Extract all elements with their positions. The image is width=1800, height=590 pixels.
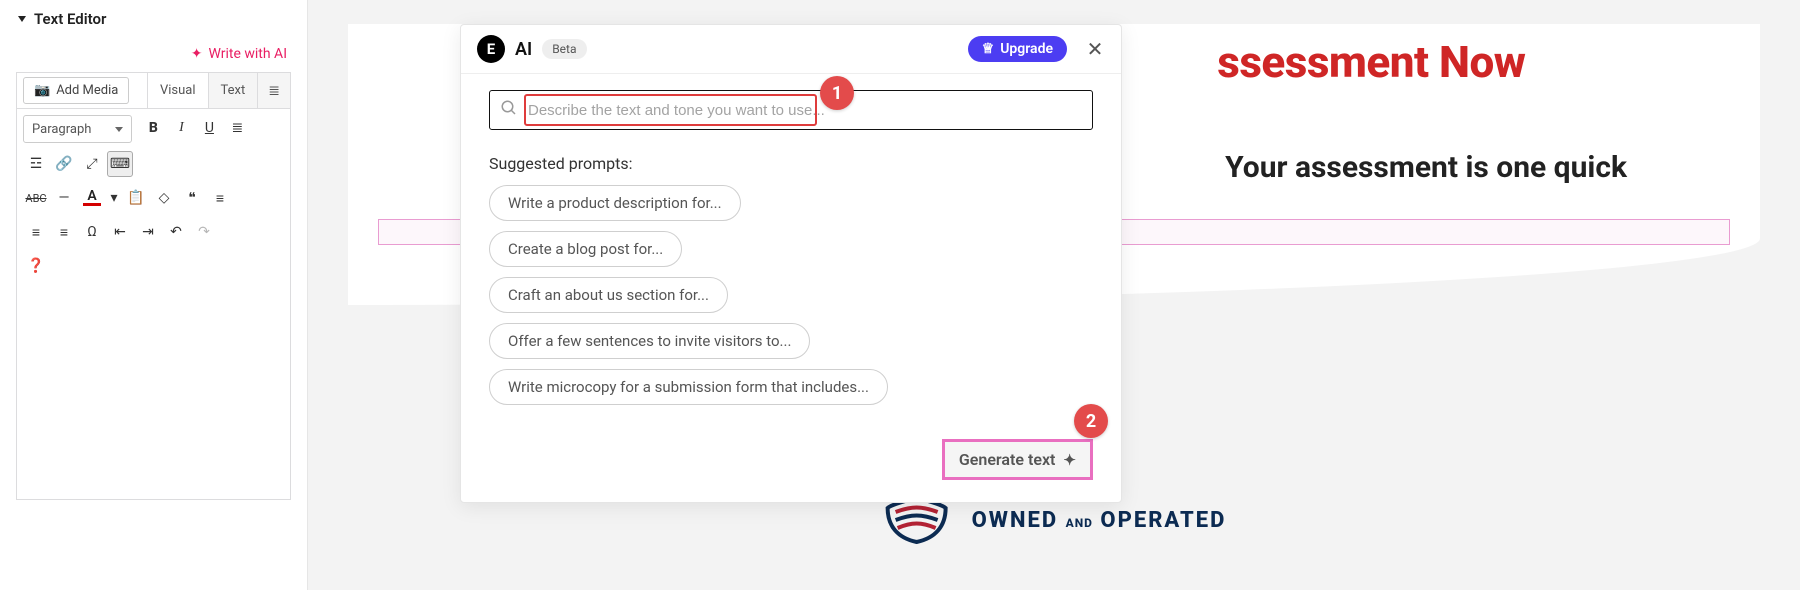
- upgrade-button[interactable]: ♕ Upgrade: [968, 36, 1067, 62]
- paragraph-dropdown[interactable]: Paragraph: [23, 115, 132, 143]
- close-icon: ✕: [1087, 37, 1104, 61]
- suggested-prompt-chip[interactable]: Write microcopy for a submission form th…: [489, 369, 888, 405]
- tab-text[interactable]: Text: [208, 73, 258, 108]
- clear-formatting-button[interactable]: ◇: [151, 185, 177, 211]
- ai-modal: E AI Beta ♕ Upgrade ✕ Suggested prompts:…: [460, 24, 1122, 503]
- panel-title: Text Editor: [34, 10, 106, 28]
- toolbar-toggle-button[interactable]: ⌨: [107, 151, 133, 177]
- step-badge-1: 1: [820, 76, 854, 110]
- tab-visual[interactable]: Visual: [147, 73, 208, 108]
- indent-button[interactable]: ⇥: [135, 219, 161, 245]
- paste-text-button[interactable]: 📋: [123, 185, 149, 211]
- bold-button[interactable]: B: [140, 115, 166, 141]
- suggested-prompt-chip[interactable]: Craft an about us section for...: [489, 277, 728, 313]
- bulleted-list-button[interactable]: ≣: [224, 115, 250, 141]
- horizontal-rule-button[interactable]: —: [51, 185, 77, 211]
- heading-right-fragment: ssessment Now: [1217, 36, 1525, 88]
- strikethrough-button[interactable]: ABC: [23, 185, 49, 211]
- suggested-prompts-label: Suggested prompts:: [489, 154, 1093, 173]
- camera-icon: 📷: [34, 83, 50, 98]
- write-with-ai-link[interactable]: ✦ Write with AI: [0, 38, 307, 68]
- text-color-icon: A: [87, 190, 96, 202]
- special-character-button[interactable]: Ω: [79, 219, 105, 245]
- ai-modal-body: Suggested prompts: Write a product descr…: [461, 74, 1121, 405]
- footer-owned-operated: OWNED AND OPERATED: [882, 496, 1227, 544]
- add-media-button[interactable]: 📷 Add Media: [23, 77, 129, 104]
- ai-modal-header: E AI Beta ♕ Upgrade ✕: [461, 25, 1121, 74]
- generate-row: Generate text ✦: [461, 405, 1121, 480]
- tab-more-icon[interactable]: ≣: [257, 73, 290, 108]
- sparkle-icon: ✦: [191, 46, 203, 62]
- outdent-button[interactable]: ⇤: [107, 219, 133, 245]
- suggested-prompt-chip[interactable]: Create a blog post for...: [489, 231, 682, 267]
- suggested-prompt-chip[interactable]: Write a product description for...: [489, 185, 741, 221]
- fullscreen-button[interactable]: ⤢: [79, 151, 105, 177]
- editor-left-panel: Text Editor ✦ Write with AI 📷 Add Media …: [0, 0, 308, 590]
- prompt-input-container: [489, 90, 1093, 130]
- paragraph-dropdown-label: Paragraph: [32, 122, 91, 137]
- ai-modal-title: AI: [515, 39, 532, 60]
- crown-icon: ♕: [982, 41, 995, 57]
- prompt-input[interactable]: [528, 91, 1082, 129]
- subheading-right-fragment: Your assessment is one quick: [1225, 150, 1627, 185]
- editor-top-row: 📷 Add Media Visual Text ≣: [17, 73, 290, 109]
- panel-title-row[interactable]: Text Editor: [0, 0, 307, 38]
- editor-content-area[interactable]: [17, 279, 290, 499]
- chevron-down-icon: [115, 127, 123, 132]
- link-button[interactable]: 🔗: [51, 151, 77, 177]
- help-button[interactable]: ❓: [23, 253, 49, 279]
- generate-text-button[interactable]: Generate text ✦: [942, 439, 1093, 480]
- text-color-dropdown[interactable]: ▾: [107, 185, 121, 211]
- blockquote-button[interactable]: ❝: [179, 185, 205, 211]
- upgrade-label: Upgrade: [1000, 41, 1053, 57]
- align-center-button[interactable]: ≡: [207, 185, 233, 211]
- undo-button[interactable]: ↶: [163, 219, 189, 245]
- search-icon: [500, 99, 518, 121]
- numbered-list-button[interactable]: ☲: [23, 151, 49, 177]
- redo-button[interactable]: ↷: [191, 219, 217, 245]
- text-color-swatch: [83, 203, 101, 206]
- write-with-ai-label: Write with AI: [208, 46, 287, 62]
- align-left-button[interactable]: ≡: [23, 219, 49, 245]
- beta-badge: Beta: [542, 39, 586, 59]
- align-justify-button[interactable]: ≡: [51, 219, 77, 245]
- caret-down-icon: [18, 16, 26, 22]
- step-badge-2: 2: [1074, 404, 1108, 438]
- elementor-logo-icon: E: [477, 35, 505, 63]
- editor-toolbar: Paragraph B I U ≣ ☲ 🔗 ⤢ ⌨ ABC — A ▾ 📋 ◇: [17, 109, 290, 279]
- text-color-button[interactable]: A: [79, 185, 105, 211]
- italic-button[interactable]: I: [168, 115, 194, 141]
- owned-operated-text: OWNED AND OPERATED: [972, 508, 1227, 533]
- sparkle-icon: ✦: [1063, 451, 1076, 469]
- generate-text-label: Generate text: [959, 450, 1056, 469]
- close-modal-button[interactable]: ✕: [1085, 37, 1105, 61]
- suggested-prompt-chip[interactable]: Offer a few sentences to invite visitors…: [489, 323, 810, 359]
- suggested-prompts-list: Write a product description for... Creat…: [489, 185, 1093, 405]
- flag-shield-icon: [882, 496, 952, 544]
- add-media-label: Add Media: [56, 83, 118, 98]
- rich-text-editor: 📷 Add Media Visual Text ≣ Paragraph B I …: [16, 72, 291, 500]
- underline-button[interactable]: U: [196, 115, 222, 141]
